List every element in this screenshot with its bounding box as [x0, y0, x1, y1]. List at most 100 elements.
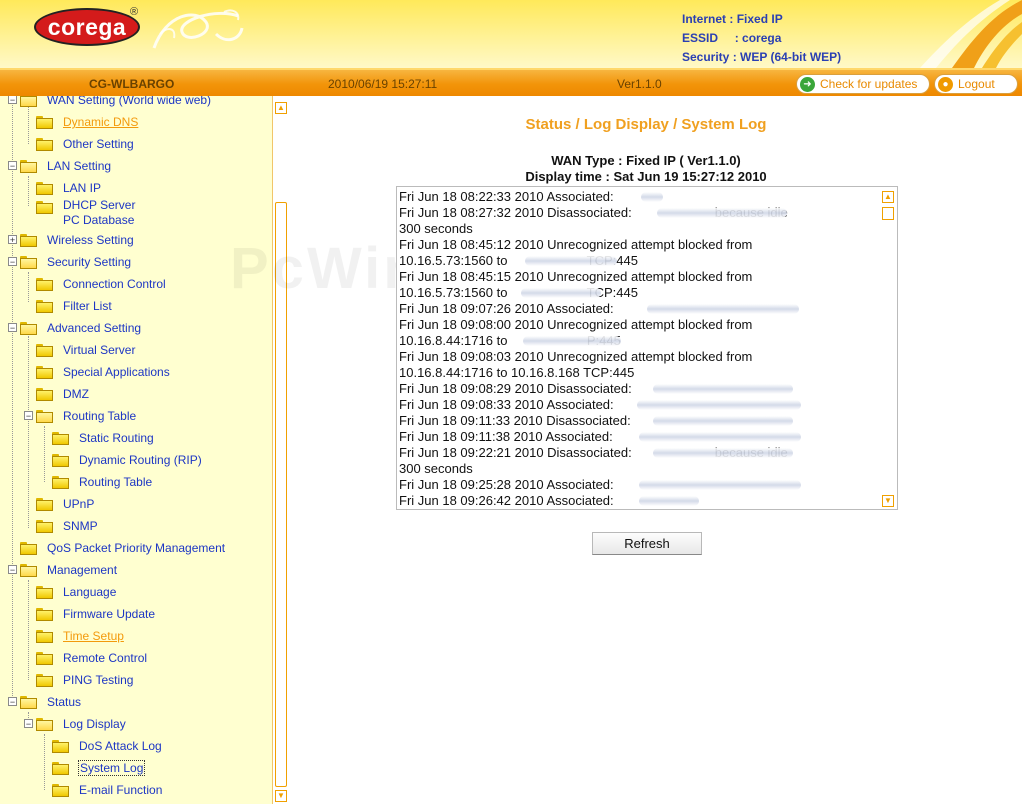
nav-wireless-setting[interactable]: Wireless Setting [20, 230, 134, 250]
tree-line [44, 426, 45, 482]
folder-open-icon [20, 159, 37, 173]
collapse-toggle[interactable]: − [8, 161, 17, 171]
folder-icon [36, 651, 53, 665]
collapse-toggle[interactable]: − [8, 697, 17, 707]
folder-open-icon [20, 321, 37, 335]
nav-remote-control[interactable]: Remote Control [36, 648, 147, 668]
decorative-swirl-icon [152, 9, 244, 49]
log-line: 10.16.5.73:1560 to TCP:445 [399, 285, 638, 300]
nav-lan-setting[interactable]: LAN Setting [20, 156, 111, 176]
nav-label: WAN Setting (World wide web) [47, 96, 212, 107]
arrow-right-icon: ➜ [800, 76, 815, 92]
nav-system-log[interactable]: System Log [52, 758, 146, 778]
nav-label: Routing Table [79, 475, 153, 489]
nav-status[interactable]: Status [20, 692, 81, 712]
collapse-toggle[interactable]: − [8, 323, 17, 333]
logout-button[interactable]: ● Logout [934, 74, 1018, 94]
nav-routing-table-group[interactable]: Routing Table [36, 406, 136, 426]
redacted-mac [653, 448, 793, 458]
internet-label: Internet [682, 12, 727, 26]
nav-dynamic-routing[interactable]: Dynamic Routing (RIP) [52, 450, 202, 470]
decorative-stripes [920, 0, 1022, 68]
scroll-up-icon[interactable]: ▲ [275, 102, 287, 114]
nav-dynamic-dns[interactable]: Dynamic DNS [36, 112, 138, 132]
refresh-button[interactable]: Refresh [592, 532, 702, 555]
folder-icon [52, 783, 69, 797]
nav-virtual-server[interactable]: Virtual Server [36, 340, 135, 360]
nav-management[interactable]: Management [20, 560, 117, 580]
collapse-toggle[interactable]: − [8, 96, 17, 105]
nav-advanced-setting[interactable]: Advanced Setting [20, 318, 141, 338]
nav-dmz[interactable]: DMZ [36, 384, 89, 404]
nav-static-routing[interactable]: Static Routing [52, 428, 154, 448]
redacted-ip [523, 336, 621, 346]
collapse-toggle[interactable]: − [8, 565, 17, 575]
nav-other-setting[interactable]: Other Setting [36, 134, 134, 154]
device-datetime: 2010/06/19 15:27:11 [328, 77, 438, 91]
folder-icon [36, 519, 53, 533]
nav-connection-control[interactable]: Connection Control [36, 274, 166, 294]
folder-icon [20, 541, 37, 555]
security-value: : WEP (64-bit WEP) [732, 50, 842, 64]
corega-logo: corega [34, 8, 140, 46]
folder-icon [52, 761, 69, 775]
scroll-up-icon[interactable]: ▲ [882, 191, 894, 203]
header-banner: corega ® Internet : Fixed IP ESSID : cor… [0, 0, 1022, 68]
expand-toggle[interactable]: + [8, 235, 17, 245]
collapse-toggle[interactable]: − [24, 719, 33, 729]
nav-label: Special Applications [63, 365, 170, 379]
nav-wan-setting[interactable]: WAN Setting (World wide web) [20, 96, 211, 110]
nav-qos[interactable]: QoS Packet Priority Management [20, 538, 225, 558]
system-log-textarea[interactable]: Fri Jun 18 08:22:33 2010 Associated: Fri … [396, 186, 898, 510]
log-scrollbar[interactable]: ▲ ▼ [881, 189, 895, 507]
page-title: Status / Log Display / System Log [525, 116, 767, 133]
check-updates-button[interactable]: ➜ Check for updates [796, 74, 930, 94]
redacted-ip [521, 288, 601, 298]
nav-label: Time Setup [63, 629, 124, 643]
nav-filter-list[interactable]: Filter List [36, 296, 112, 316]
folder-icon [36, 673, 53, 687]
scrollbar-thumb[interactable] [882, 207, 894, 220]
nav-security-setting[interactable]: Security Setting [20, 252, 131, 272]
nav-dos-attack-log[interactable]: DoS Attack Log [52, 736, 162, 756]
scroll-down-icon[interactable]: ▼ [882, 495, 894, 507]
tree-line [12, 96, 13, 700]
sidebar-scrollbar[interactable]: ▲ ▼ [272, 96, 289, 804]
nav-email-function[interactable]: E-mail Function [52, 780, 162, 800]
log-line: 10.16.8.44:1716 to 10.16.8.168 TCP:445 [399, 365, 635, 380]
nav-special-applications[interactable]: Special Applications [36, 362, 170, 382]
nav-language[interactable]: Language [36, 582, 116, 602]
nav-routing-table[interactable]: Routing Table [52, 472, 152, 492]
nav-lan-ip[interactable]: LAN IP [36, 178, 101, 198]
log-line: Fri Jun 18 08:45:15 2010 Unrecognized at… [399, 269, 753, 284]
collapse-toggle[interactable]: − [24, 411, 33, 421]
redacted-mac [653, 416, 793, 426]
essid-value: : corega [734, 31, 782, 45]
folder-icon [52, 453, 69, 467]
log-line: Fri Jun 18 09:11:33 2010 Disassociated: [399, 413, 631, 428]
scroll-down-icon[interactable]: ▼ [275, 790, 287, 802]
folder-open-icon [20, 96, 37, 107]
device-model: CG-WLBARGO [89, 77, 175, 91]
folder-icon [36, 629, 53, 643]
nav-dhcp-server[interactable]: DHCP Server PC Database [36, 198, 135, 228]
tree-line [44, 734, 45, 790]
redacted-mac [637, 400, 801, 410]
nav-label: Management [47, 563, 118, 577]
scrollbar-thumb[interactable] [275, 202, 287, 787]
collapse-toggle[interactable]: − [8, 257, 17, 267]
nav-label: LAN Setting [47, 159, 112, 173]
nav-firmware-update[interactable]: Firmware Update [36, 604, 155, 624]
nav-label: Wireless Setting [47, 233, 134, 247]
folder-icon [52, 475, 69, 489]
nav-upnp[interactable]: UPnP [36, 494, 94, 514]
internet-value: : Fixed IP [729, 12, 783, 26]
nav-log-display[interactable]: Log Display [36, 714, 126, 734]
nav-label: UPnP [63, 497, 95, 511]
nav-snmp[interactable]: SNMP [36, 516, 98, 536]
nav-ping-testing[interactable]: PING Testing [36, 670, 133, 690]
nav-label: Security Setting [47, 255, 132, 269]
tree-line [28, 272, 29, 302]
nav-label: LAN IP [63, 181, 102, 195]
nav-time-setup[interactable]: Time Setup [36, 626, 124, 646]
